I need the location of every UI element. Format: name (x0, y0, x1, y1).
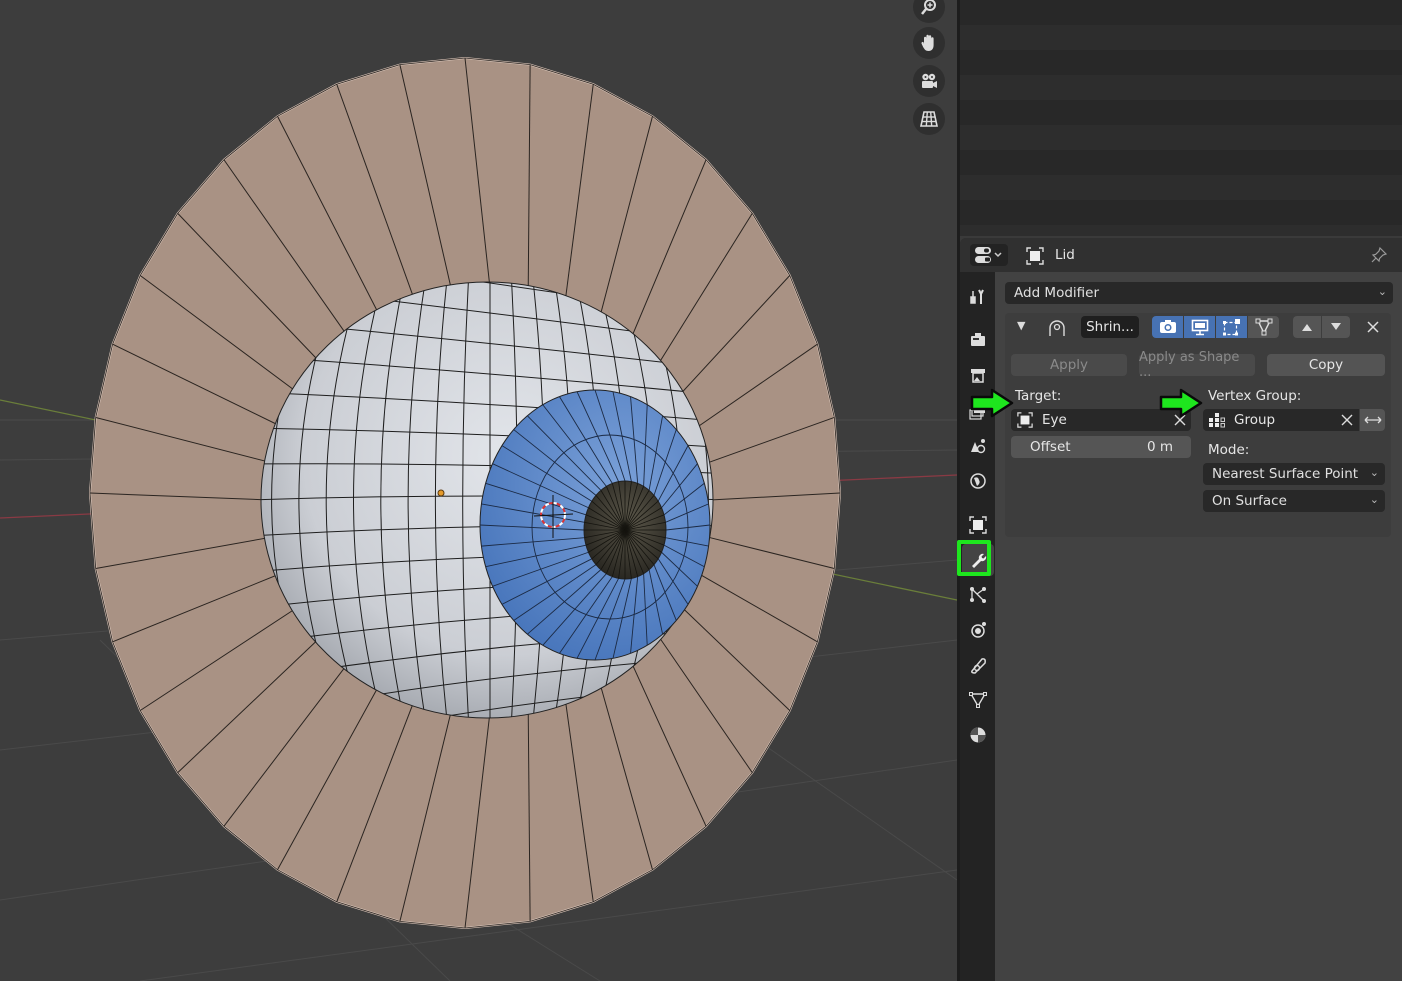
scene-icon (971, 439, 986, 454)
chevron-down-icon: ⌄ (1369, 493, 1379, 506)
toggle-viewport[interactable] (1184, 316, 1215, 338)
object-name: Lid (1055, 247, 1075, 263)
target-value: Eye (1042, 412, 1067, 428)
render-icon (971, 333, 985, 346)
ortho-grid-icon[interactable] (913, 103, 945, 135)
invert-arrows-icon (1364, 416, 1381, 424)
modifier-name-field[interactable]: Shrin... (1081, 316, 1139, 338)
snap-mode-value: On Surface (1212, 493, 1287, 509)
modifier-panel: Add Modifier ⌄ ▼ Shrin... Apply Apply as… (995, 272, 1402, 981)
vertex-group-value: Group (1234, 412, 1276, 428)
outliner-row (960, 75, 1402, 100)
tab-data[interactable] (962, 684, 994, 716)
vertex-group-label: Vertex Group: (1208, 388, 1302, 404)
material-icon (970, 727, 986, 743)
outliner-row (960, 200, 1402, 225)
world-icon (970, 473, 986, 489)
move-up-button[interactable] (1293, 316, 1321, 338)
outliner-row (960, 150, 1402, 175)
wrap-method-dropdown[interactable]: Nearest Surface Point ⌄ (1203, 463, 1385, 485)
collapse-toggle-icon[interactable]: ▼ (1017, 319, 1025, 332)
edit-mode-icon (1222, 319, 1240, 336)
vertex-group-icon (1209, 413, 1225, 428)
physics-icon (971, 622, 986, 638)
chevron-down-icon: ⌄ (1369, 466, 1379, 479)
scene-canvas[interactable] (0, 0, 957, 981)
annotation-arrow-target (970, 388, 1014, 418)
object-origin (437, 489, 445, 497)
properties-editor: Lid Add Modifier ⌄ ▼ Shrin... Apply Appl… (957, 238, 1402, 981)
object-icon (1017, 412, 1033, 428)
tab-tool[interactable] (962, 281, 994, 313)
pan-hand-icon[interactable] (913, 27, 945, 59)
mesh-data-icon (969, 692, 987, 708)
apply-as-shape-button[interactable]: Apply as Shape ... (1139, 350, 1255, 380)
properties-header: Lid (960, 238, 1402, 272)
camera-icon (1159, 320, 1176, 333)
triangle-up-icon (1302, 324, 1312, 331)
invert-vertex-group-button[interactable] (1360, 409, 1385, 431)
wrap-method-value: Nearest Surface Point (1212, 466, 1359, 482)
outliner-row (960, 50, 1402, 75)
tab-material[interactable] (962, 719, 994, 751)
tab-world[interactable] (962, 465, 994, 497)
close-icon[interactable] (1367, 321, 1379, 333)
tab-render[interactable] (962, 324, 994, 356)
snap-mode-dropdown[interactable]: On Surface ⌄ (1203, 490, 1385, 512)
tool-icon (970, 289, 984, 304)
offset-value: 0 m (1146, 439, 1173, 455)
offset-label: Offset (1030, 439, 1071, 455)
cage-icon (1255, 318, 1272, 336)
shrinkwrap-modifier: ▼ Shrin... Apply Apply as Shape ... Copy… (1005, 313, 1391, 537)
move-down-button[interactable] (1322, 316, 1350, 338)
apply-as-shape-label: Apply as Shape ... (1139, 350, 1240, 380)
chevron-down-icon: ⌄ (1377, 285, 1387, 298)
triangle-down-icon (1331, 323, 1341, 330)
offset-field[interactable]: Offset 0 m (1011, 436, 1191, 458)
outliner-row (960, 100, 1402, 125)
camera-view-icon[interactable] (913, 65, 945, 97)
tab-scene[interactable] (962, 430, 994, 462)
modifier-visibility-toggles (1152, 316, 1279, 338)
outliner-row (960, 25, 1402, 50)
outliner-row (960, 125, 1402, 150)
outliner[interactable] (960, 0, 1402, 236)
modifier-name: Shrin... (1086, 319, 1134, 335)
apply-button[interactable]: Apply (1011, 354, 1127, 376)
object-icon (969, 516, 987, 534)
pin-icon[interactable] (1370, 246, 1388, 264)
properties-tab-bar (960, 272, 995, 981)
properties-editor-icon (975, 247, 1002, 263)
outliner-row (960, 225, 1402, 236)
outliner-row (960, 0, 1402, 25)
output-icon (971, 369, 985, 383)
outliner-row (960, 175, 1402, 200)
vertex-group-field[interactable]: Group (1203, 409, 1359, 431)
object-icon (1026, 247, 1044, 265)
target-label: Target: (1015, 388, 1062, 404)
add-modifier-label: Add Modifier (1014, 285, 1100, 301)
toggle-render[interactable] (1152, 316, 1183, 338)
annotation-highlight-modifiers-tab (957, 540, 991, 576)
3d-viewport[interactable] (0, 0, 957, 981)
add-modifier-dropdown[interactable]: Add Modifier ⌄ (1005, 282, 1393, 304)
copy-label: Copy (1308, 357, 1344, 373)
tab-constraints[interactable] (962, 649, 994, 681)
copy-button[interactable]: Copy (1267, 354, 1385, 376)
toggle-edit-mode[interactable] (1216, 316, 1247, 338)
annotation-arrow-vertex-group (1159, 388, 1203, 418)
editor-type-button[interactable] (970, 244, 1008, 266)
apply-label: Apply (1049, 357, 1089, 373)
toggle-on-cage[interactable] (1248, 316, 1279, 338)
clear-vertex-group-icon[interactable] (1341, 414, 1353, 426)
particles-icon (970, 587, 986, 603)
tab-particles[interactable] (962, 579, 994, 611)
monitor-icon (1191, 319, 1208, 336)
shrinkwrap-icon (1049, 320, 1065, 336)
tab-object[interactable] (962, 509, 994, 541)
constraints-icon (971, 658, 986, 674)
tab-physics[interactable] (962, 614, 994, 646)
mode-label: Mode: (1208, 442, 1250, 458)
